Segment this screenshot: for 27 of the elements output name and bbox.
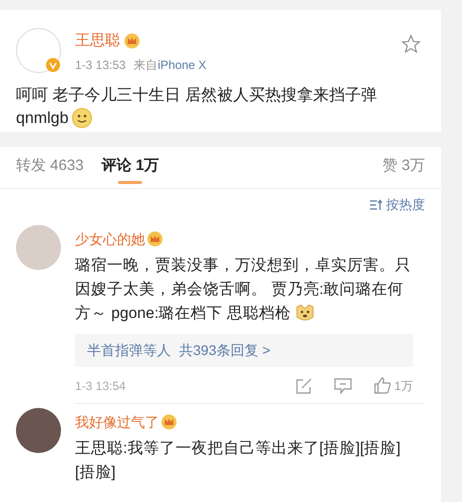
thumbs-up-icon[interactable] [374, 377, 392, 394]
author-name[interactable]: 王思聪 [75, 30, 120, 52]
crown-badge-icon [124, 33, 140, 50]
reply-count-link[interactable]: 共393条回复 > [179, 340, 270, 360]
comment-text: 璐宿一晚，贾装没事，万没想到，卓实厉害。只因嫂子太美，弟会饶舌啊。 贾乃亮:敢问璐在何方～ pgone:璐在档下 思聪档枪 [75, 256, 412, 326]
tab[interactable]: 评论 1万 [102, 155, 160, 188]
comment-time: 1-3 13:54 [75, 378, 126, 394]
crown-badge-icon [147, 231, 163, 247]
post-time: 1-3 13:53 [75, 56, 126, 74]
likes-tab[interactable]: 赞 3万 [382, 155, 425, 188]
comment-icon[interactable] [334, 378, 352, 394]
post-text: 呵呵 老子今儿三十生日 居然被人买热搜拿来挡子弹 qnmlgb [16, 86, 378, 130]
commenter-name[interactable]: 我好像过气了 [75, 412, 159, 432]
sort-button[interactable]: 按热度 [369, 194, 425, 214]
reply-names[interactable]: 半首指弹等人 [87, 340, 171, 360]
share-icon[interactable] [296, 378, 312, 394]
dog-face-icon [295, 303, 316, 324]
crown-badge-icon [161, 414, 177, 430]
commenter-name[interactable]: 少女心的她 [75, 228, 145, 250]
tab[interactable]: 转发 4633 [16, 155, 84, 188]
smiley-icon [72, 108, 92, 128]
star-icon[interactable] [401, 34, 421, 54]
comment-text: 王思聪:我等了一夜把自己等出来了[捂脸][捂脸][捂脸] [75, 438, 402, 482]
like-count: 1万 [394, 378, 413, 394]
post-source: 来自 iPhone X [134, 56, 206, 74]
sort-icon [369, 198, 382, 210]
avatar[interactable] [16, 408, 61, 452]
